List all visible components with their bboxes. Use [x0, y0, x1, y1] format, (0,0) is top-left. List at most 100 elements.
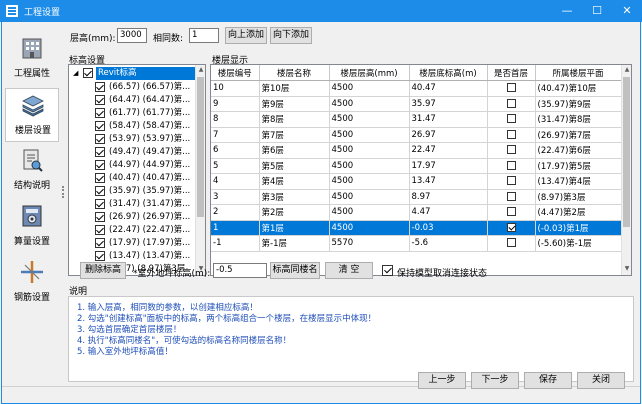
cell-is-first-floor[interactable] [487, 158, 536, 174]
table-row[interactable]: 5 第5层 4500 17.97 (17.97)第5层 [211, 158, 622, 174]
tree-item-checkbox[interactable] [95, 147, 105, 157]
cell-floor-plane[interactable]: (-5.60)第-1层 [535, 235, 622, 252]
first-floor-checkbox[interactable] [506, 129, 516, 139]
first-floor-checkbox[interactable] [506, 222, 516, 232]
add-down-button[interactable]: 向下添加 [270, 27, 312, 44]
cell-floor-plane[interactable]: (-0.03)第1层 [535, 220, 622, 236]
tree-item[interactable]: (40.47) (40.47)第... [69, 172, 195, 185]
tree-item[interactable]: (35.97) (35.97)第... [69, 185, 195, 198]
maximize-button[interactable]: ☐ [582, 0, 612, 22]
tree-item-checkbox[interactable] [95, 160, 105, 170]
cell-floor-name[interactable]: 第4层 [259, 173, 330, 190]
cell-is-first-floor[interactable] [487, 204, 536, 221]
table-row[interactable]: 4 第4层 4500 13.47 (13.47)第4层 [211, 173, 622, 190]
prev-step-button[interactable]: 上一步 [418, 372, 466, 389]
close-button[interactable]: 关闭 [577, 372, 625, 389]
cell-floor-no[interactable]: 10 [211, 80, 260, 97]
tree-item[interactable]: (26.97) (26.97)第... [69, 211, 195, 224]
tree-item-checkbox[interactable] [95, 173, 105, 183]
tree-item-checkbox[interactable] [95, 82, 105, 92]
cell-floor-no[interactable]: 2 [211, 204, 260, 221]
table-row[interactable]: 1 第1层 4500 -0.03 (-0.03)第1层 [211, 220, 622, 236]
scroll-thumb[interactable] [623, 77, 630, 227]
floor-height-input[interactable]: 3000 [117, 28, 147, 43]
add-up-button[interactable]: 向上添加 [225, 27, 267, 44]
tree-item[interactable]: (53.97) (53.97)第... [69, 133, 195, 146]
first-floor-checkbox[interactable] [506, 191, 516, 201]
first-floor-checkbox[interactable] [506, 114, 516, 124]
tree-item[interactable]: (31.47) (31.47)第... [69, 198, 195, 211]
collapse-icon[interactable]: ◢ [73, 69, 81, 77]
cell-floor-plane[interactable]: (22.47)第6层 [535, 142, 622, 159]
tree-scrollbar[interactable]: ▲ ▼ [195, 65, 205, 275]
tree-item-checkbox[interactable] [95, 199, 105, 209]
cell-floor-plane[interactable]: (17.97)第5层 [535, 158, 622, 174]
cell-floor-plane[interactable]: (40.47)第10层 [535, 80, 622, 97]
keep-link-checkbox[interactable] [382, 265, 393, 276]
cell-floor-no[interactable]: 9 [211, 96, 260, 112]
cell-floor-name[interactable]: 第2层 [259, 204, 330, 221]
nav-item-rebar-settings[interactable]: 钢筋设置 [5, 256, 59, 310]
cell-floor-bottom[interactable]: 35.97 [409, 96, 488, 112]
cell-floor-name[interactable]: 第3层 [259, 189, 330, 205]
table-row[interactable]: 8 第8层 4500 31.47 (31.47)第8层 [211, 111, 622, 128]
cell-floor-no[interactable]: 5 [211, 158, 260, 174]
cell-floor-no[interactable]: 4 [211, 173, 260, 190]
tree-item-checkbox[interactable] [95, 251, 105, 261]
tree-item-checkbox[interactable] [95, 238, 105, 248]
tree-item[interactable]: (66.57) (66.57)第... [69, 81, 195, 94]
first-floor-checkbox[interactable] [506, 176, 516, 186]
cell-is-first-floor[interactable] [487, 142, 536, 159]
cell-floor-height[interactable]: 4500 [329, 96, 410, 112]
tree-item[interactable]: (49.47) (49.47)第... [69, 146, 195, 159]
save-button[interactable]: 保存 [524, 372, 572, 389]
cell-floor-height[interactable]: 4500 [329, 80, 410, 97]
cell-is-first-floor[interactable] [487, 189, 536, 205]
table-row[interactable]: 2 第2层 4500 4.47 (4.47)第2层 [211, 204, 622, 221]
scroll-up-arrow[interactable]: ▲ [196, 65, 205, 75]
cell-floor-plane[interactable]: (35.97)第9层 [535, 96, 622, 112]
table-row[interactable]: 7 第7层 4500 26.97 (26.97)第7层 [211, 127, 622, 143]
cell-floor-bottom[interactable]: 40.47 [409, 80, 488, 97]
tree-root-label[interactable]: Revit标高 [96, 67, 196, 80]
cell-floor-no[interactable]: -1 [211, 235, 260, 252]
cell-floor-bottom[interactable]: 22.47 [409, 142, 488, 159]
cell-floor-height[interactable]: 4500 [329, 111, 410, 128]
col-header-first[interactable]: 是否首层 [487, 65, 536, 81]
cell-is-first-floor[interactable] [487, 220, 536, 236]
cell-floor-plane[interactable]: (13.47)第4层 [535, 173, 622, 190]
nav-item-calc-settings[interactable]: 算量设置 [5, 200, 59, 254]
first-floor-checkbox[interactable] [506, 83, 516, 93]
cell-floor-bottom[interactable]: -0.03 [409, 220, 488, 236]
col-header-bottom[interactable]: 楼层底标高(m) [409, 65, 488, 81]
cell-floor-bottom[interactable]: 31.47 [409, 111, 488, 128]
table-row[interactable]: 6 第6层 4500 22.47 (22.47)第6层 [211, 142, 622, 159]
table-row[interactable]: -1 第-1层 5570 -5.6 (-5.60)第-1层 [211, 235, 622, 252]
nav-item-project-props[interactable]: 工程属性 [5, 32, 59, 86]
cell-floor-bottom[interactable]: -5.6 [409, 235, 488, 252]
scroll-thumb[interactable] [197, 77, 204, 217]
pane-splitter[interactable] [61, 26, 65, 302]
cell-floor-plane[interactable]: (4.47)第2层 [535, 204, 622, 221]
minimize-button[interactable]: — [552, 0, 582, 22]
outdoor-elev-input[interactable]: -0.5 [213, 263, 267, 278]
col-header-height[interactable]: 楼层层高(mm) [329, 65, 410, 81]
scroll-up-arrow[interactable]: ▲ [622, 65, 631, 75]
scroll-down-arrow[interactable]: ▼ [622, 264, 631, 274]
cell-floor-name[interactable]: 第1层 [259, 220, 330, 236]
first-floor-checkbox[interactable] [506, 207, 516, 217]
col-header-plane[interactable]: 所属楼层平面 [535, 65, 622, 81]
cell-floor-name[interactable]: 第6层 [259, 142, 330, 159]
delete-elevation-button[interactable]: 删除标高 [80, 262, 126, 279]
cell-floor-height[interactable]: 5570 [329, 235, 410, 252]
cell-floor-bottom[interactable]: 13.47 [409, 173, 488, 190]
close-window-button[interactable]: ✕ [612, 0, 642, 22]
cell-floor-name[interactable]: 第5层 [259, 158, 330, 174]
tree-item[interactable]: (64.47) (64.47)第... [69, 94, 195, 107]
cell-floor-height[interactable]: 4500 [329, 204, 410, 221]
cell-is-first-floor[interactable] [487, 96, 536, 112]
tree-root-checkbox[interactable] [83, 68, 93, 78]
tree-root-row[interactable]: ◢ Revit标高 [69, 67, 196, 80]
clear-button[interactable]: 清 空 [325, 262, 373, 279]
cell-is-first-floor[interactable] [487, 127, 536, 143]
